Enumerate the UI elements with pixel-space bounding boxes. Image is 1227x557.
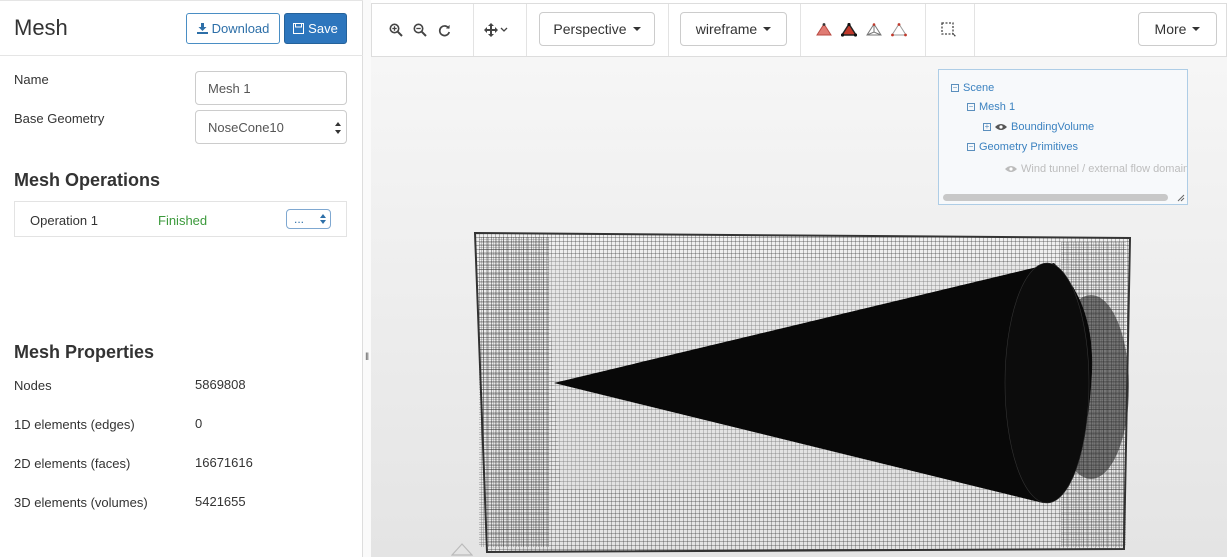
chevron-down-icon	[763, 27, 772, 31]
horizontal-scrollbar[interactable]	[943, 194, 1168, 201]
mesh-properties-title: Mesh Properties	[14, 342, 155, 362]
base-geometry-value: NoseCone10	[208, 119, 284, 135]
tree-label-bounding-volume[interactable]: BoundingVolume	[1011, 121, 1094, 133]
floppy-icon	[293, 23, 305, 34]
tree-item-bounding-volume[interactable]: + BoundingVolume	[983, 121, 1094, 133]
tree-item-wind-tunnel[interactable]: Wind tunnel / external flow domain	[1005, 163, 1187, 175]
toolbar-divider	[974, 4, 975, 56]
panel-splitter[interactable]	[363, 0, 371, 557]
tree-label-wind-tunnel[interactable]: Wind tunnel / external flow domain	[1021, 163, 1187, 175]
tree-label-mesh[interactable]: Mesh 1	[979, 101, 1015, 113]
tree-label-geometry-primitives[interactable]: Geometry Primitives	[979, 141, 1078, 153]
more-dropdown[interactable]: More	[1138, 12, 1217, 46]
3d-canvas[interactable]: − Scene − Mesh 1 + BoundingVolume − Geom…	[371, 57, 1227, 557]
chevron-down-icon	[632, 27, 641, 31]
toolbar-divider	[668, 4, 669, 56]
operation-action-value: ...	[294, 212, 305, 226]
save-button[interactable]: Save	[284, 13, 347, 44]
toolbar-divider	[473, 4, 474, 56]
tree-label-scene[interactable]: Scene	[963, 82, 994, 94]
mesh-panel: Mesh Download Save Name Mesh 1 Base Geom…	[0, 0, 363, 557]
nodes-value: 5869808	[195, 377, 246, 392]
eye-icon[interactable]	[1005, 165, 1017, 173]
axis-gizmo-icon	[451, 543, 473, 556]
list-item[interactable]: Operation 1 Finished ...	[14, 201, 347, 237]
save-label: Save	[308, 21, 338, 36]
collapse-icon[interactable]: −	[951, 84, 959, 92]
viewer-toolbar: Perspective wireframe More	[371, 3, 1227, 57]
projection-label: Perspective	[553, 21, 627, 37]
divider	[0, 55, 363, 56]
faces-value: 16671616	[195, 455, 253, 470]
eye-icon[interactable]	[995, 123, 1007, 131]
zoom-in-icon[interactable]	[388, 22, 404, 38]
scene-tree-panel: − Scene − Mesh 1 + BoundingVolume − Geom…	[938, 69, 1188, 205]
tree-item-mesh[interactable]: − Mesh 1	[967, 101, 1015, 113]
download-label: Download	[211, 21, 270, 36]
faces-label: 2D elements (faces)	[14, 456, 131, 471]
nodes-label: Nodes	[14, 378, 52, 393]
toolbar-divider	[526, 4, 527, 56]
render-mode-label: wireframe	[695, 21, 758, 37]
viewer: Perspective wireframe More − Scene − Mes…	[371, 0, 1227, 557]
tree-item-scene[interactable]: − Scene	[951, 82, 994, 94]
operation-status: Finished	[158, 213, 208, 228]
operation-name: Operation 1	[30, 213, 98, 228]
base-geometry-label: Base Geometry	[14, 111, 105, 126]
expand-icon[interactable]: +	[983, 123, 991, 131]
toolbar-divider	[925, 4, 926, 56]
select-arrows-icon	[320, 214, 326, 224]
edges-value: 0	[195, 416, 203, 431]
render-mode-dropdown[interactable]: wireframe	[680, 12, 787, 46]
operation-actions-select[interactable]: ...	[286, 209, 331, 229]
panel-top-border	[0, 0, 363, 4]
page-title: Mesh	[14, 15, 68, 40]
tree-item-geometry-primitives[interactable]: − Geometry Primitives	[967, 141, 1078, 153]
volumes-value: 5421655	[195, 494, 246, 509]
collapse-icon[interactable]: −	[967, 143, 975, 151]
volumes-label: 3D elements (volumes)	[14, 495, 148, 510]
chevron-down-icon	[1192, 27, 1201, 31]
points-view-icon[interactable]	[891, 22, 907, 38]
zoom-out-icon[interactable]	[412, 22, 428, 38]
move-tool-icon[interactable]	[483, 22, 511, 38]
base-geometry-select[interactable]: NoseCone10	[195, 110, 347, 144]
toolbar-divider	[800, 4, 801, 56]
collapse-icon[interactable]: −	[967, 103, 975, 111]
download-button[interactable]: Download	[186, 13, 280, 44]
edges-label: 1D elements (edges)	[14, 417, 135, 432]
select-arrows-icon	[335, 122, 341, 134]
name-input[interactable]: Mesh 1	[195, 71, 347, 105]
box-select-icon[interactable]	[941, 22, 957, 38]
more-label: More	[1154, 21, 1187, 37]
projection-dropdown[interactable]: Perspective	[539, 12, 655, 46]
wireframe-view-icon[interactable]	[866, 22, 882, 38]
mesh-operations-title: Mesh Operations	[14, 170, 161, 190]
splitter-grip-icon[interactable]: ‖	[365, 352, 369, 363]
name-label: Name	[14, 72, 49, 87]
refresh-icon[interactable]	[436, 22, 452, 38]
solid-view-icon[interactable]	[816, 22, 832, 38]
resize-grip-icon[interactable]	[1177, 194, 1185, 202]
download-icon	[196, 23, 208, 34]
solid-edges-view-icon[interactable]	[841, 22, 857, 38]
